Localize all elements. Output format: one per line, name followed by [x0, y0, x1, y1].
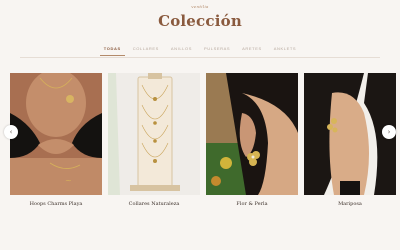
brand-logo: ventilia: [191, 4, 209, 9]
product-carousel: ~: [10, 73, 396, 195]
product-card-hoops-charms-playa[interactable]: ~: [10, 73, 102, 195]
product-name[interactable]: Hoops Charms Playa: [10, 201, 102, 207]
product-card-collares-naturaleza[interactable]: [108, 73, 200, 195]
product-name[interactable]: Flor & Perla: [206, 201, 298, 207]
flower-earring-photo: [206, 73, 298, 195]
bikini-necklace-photo: ~: [10, 73, 102, 195]
tab-anillos[interactable]: ANILLOS: [165, 46, 198, 56]
product-card-flor-perla[interactable]: [206, 73, 298, 195]
category-tabs: TODAS COLLARES ANILLOS PULSERAS ARETES A…: [0, 46, 400, 56]
carousel-prev-button[interactable]: ‹: [4, 125, 18, 139]
tab-todas[interactable]: TODAS: [98, 46, 127, 56]
tab-anklets[interactable]: ANKLETS: [268, 46, 302, 56]
tab-pulseras[interactable]: PULSERAS: [198, 46, 236, 56]
svg-text:~: ~: [65, 176, 72, 185]
product-name[interactable]: Collares Naturaleza: [108, 201, 200, 207]
necklace-display-photo: [108, 73, 200, 195]
tab-aretes[interactable]: ARETES: [236, 46, 268, 56]
tabs-divider: [20, 57, 380, 58]
page-title: Colección: [158, 12, 242, 30]
product-name[interactable]: Mariposa: [304, 201, 396, 207]
chevron-right-icon: ›: [387, 128, 391, 136]
tab-collares[interactable]: COLLARES: [127, 46, 165, 56]
chevron-left-icon: ‹: [9, 128, 13, 136]
carousel-next-button[interactable]: ›: [382, 125, 396, 139]
